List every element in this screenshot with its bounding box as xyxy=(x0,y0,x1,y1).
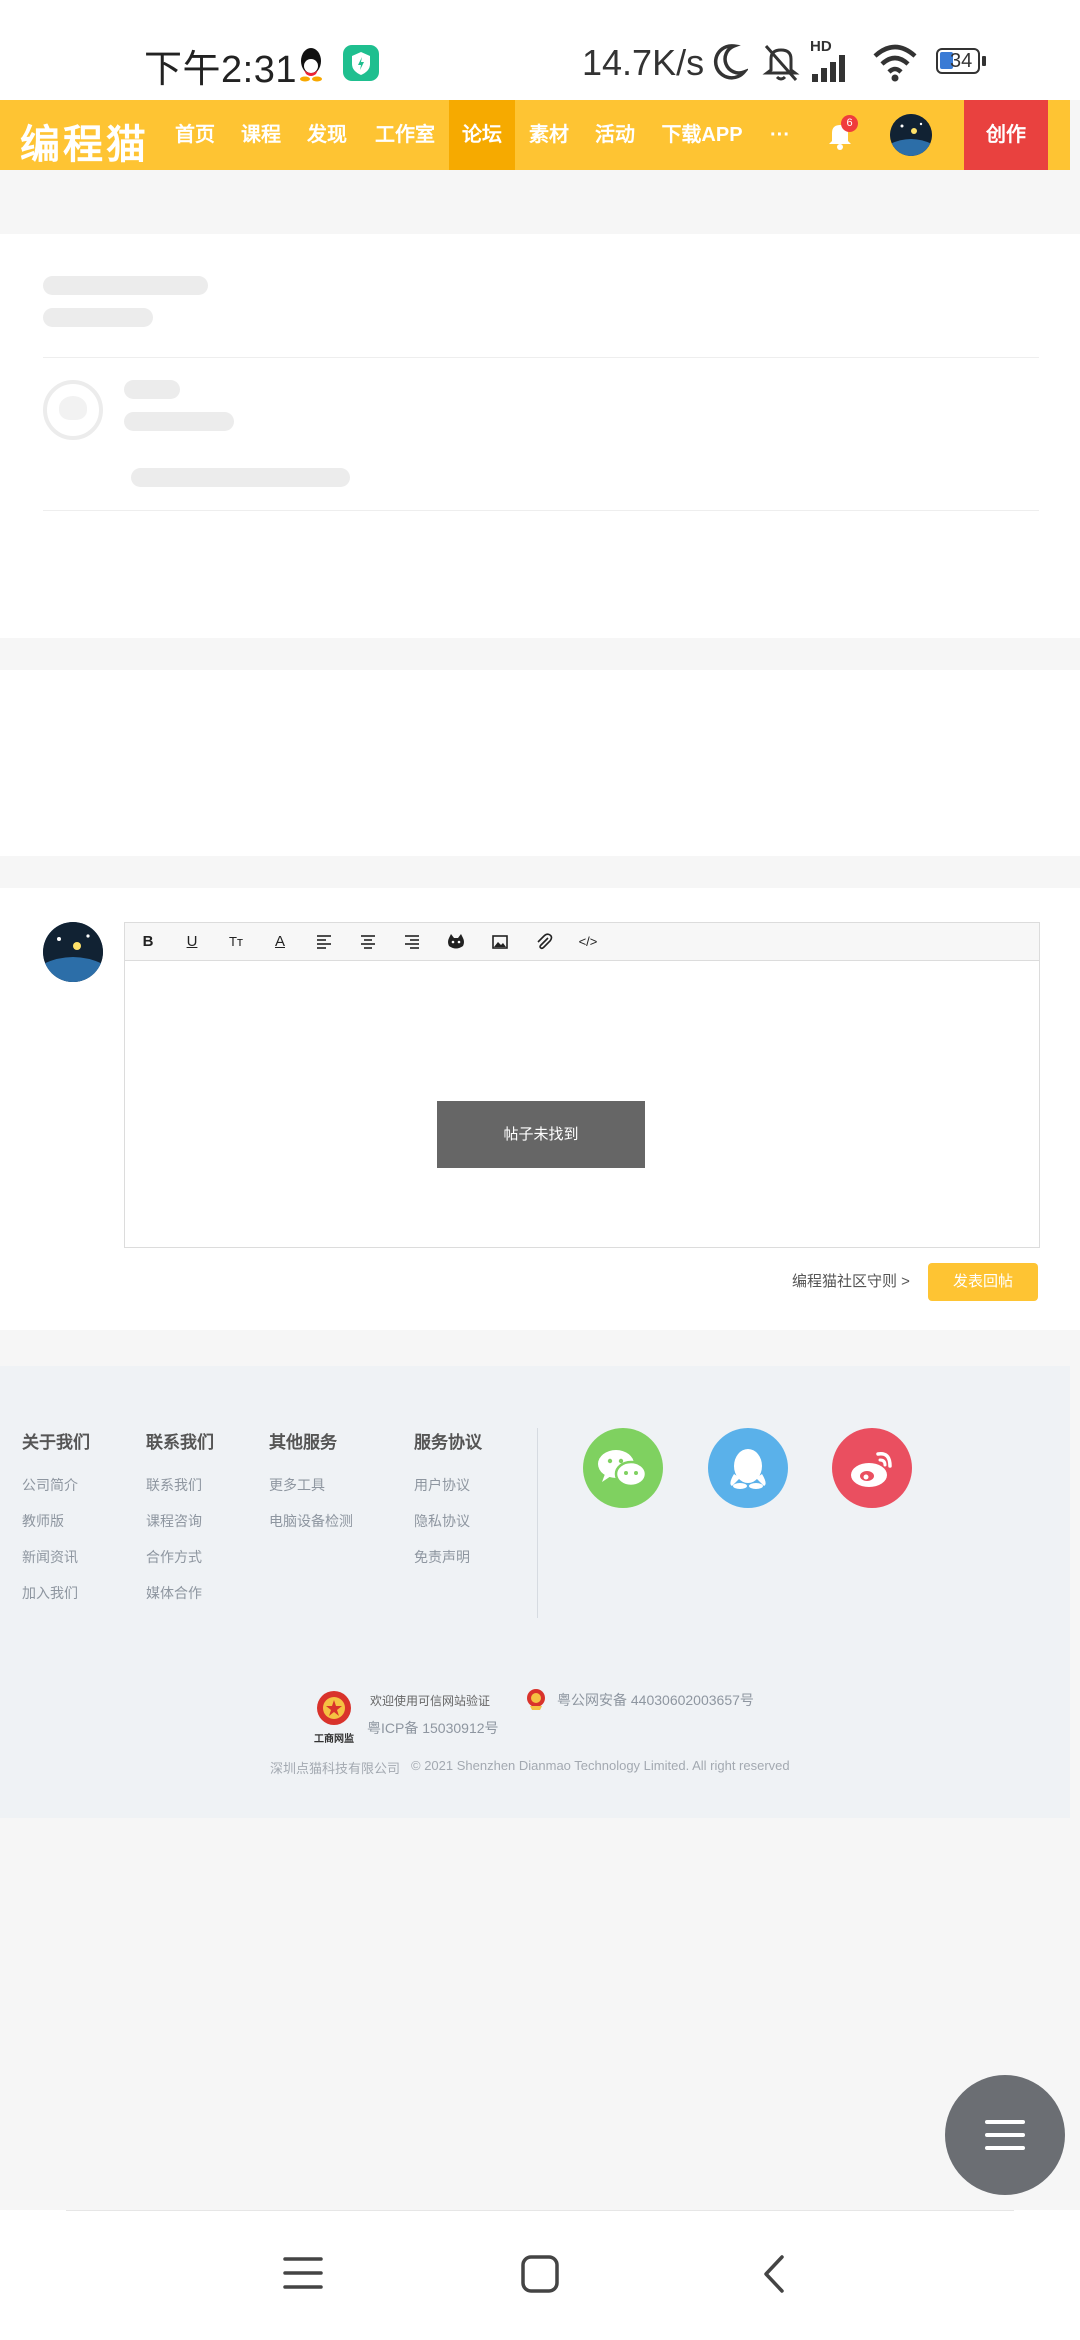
qq-icon xyxy=(300,48,322,82)
company-name: 深圳点猫科技有限公司 xyxy=(270,1761,401,1776)
footer-column-agreements: 服务协议 用户协议 隐私协议 免责声明 xyxy=(414,1428,482,1583)
nav-item-materials[interactable]: 素材 xyxy=(520,100,578,170)
menu-bar xyxy=(985,2133,1025,2137)
skeleton-content-line xyxy=(131,468,350,487)
align-left-icon[interactable] xyxy=(311,929,337,955)
user-avatar[interactable] xyxy=(890,114,932,156)
police-record-number[interactable]: 粤公网安备 44030602003657号 xyxy=(557,1690,754,1710)
underline-icon[interactable]: U xyxy=(179,929,205,955)
status-bar: 下午2:31 14.7K/s HD 34 xyxy=(0,0,1080,100)
police-emblem-icon xyxy=(526,1688,546,1710)
footer-link[interactable]: 用户协议 xyxy=(414,1475,482,1495)
skeleton-username-line xyxy=(124,380,180,399)
nav-item-download-app[interactable]: 下载APP xyxy=(656,100,748,170)
network-speed: 14.7K/s xyxy=(582,42,705,83)
footer-link[interactable]: 联系我们 xyxy=(146,1475,214,1495)
top-navigation: 编程猫 首页 课程 发现 工作室 论坛 素材 活动 下载APP ··· 6 创作 xyxy=(0,100,1070,170)
post-skeleton-card xyxy=(0,234,1080,638)
footer-column-contact: 联系我们 联系我们 课程咨询 合作方式 媒体合作 xyxy=(146,1428,214,1619)
footer-column-about: 关于我们 公司简介 教师版 新闻资讯 加入我们 xyxy=(22,1428,90,1619)
system-navigation-bar xyxy=(0,2210,1080,2340)
cat-emoji-icon[interactable] xyxy=(443,929,469,955)
empty-section-card xyxy=(0,670,1080,856)
qq-icon[interactable] xyxy=(708,1428,788,1508)
nav-item-discover[interactable]: 发现 xyxy=(298,100,356,170)
bold-icon[interactable]: B xyxy=(135,929,161,955)
divider xyxy=(66,2210,1014,2211)
site-logo[interactable]: 编程猫 xyxy=(20,112,149,170)
wechat-icon[interactable] xyxy=(583,1428,663,1508)
floating-menu-button[interactable] xyxy=(945,2075,1065,2195)
nav-item-events[interactable]: 活动 xyxy=(586,100,644,170)
footer-link[interactable]: 课程咨询 xyxy=(146,1511,214,1531)
home-icon[interactable] xyxy=(520,2254,560,2294)
nav-item-studio[interactable]: 工作室 xyxy=(366,100,444,170)
image-icon[interactable] xyxy=(487,929,513,955)
nav-item-courses[interactable]: 课程 xyxy=(232,100,290,170)
align-center-icon[interactable] xyxy=(355,929,381,955)
attachment-icon[interactable] xyxy=(531,929,557,955)
notification-count-badge: 6 xyxy=(841,115,858,132)
footer-link[interactable]: 合作方式 xyxy=(146,1547,214,1567)
footer-column-title: 其他服务 xyxy=(269,1433,337,1452)
footer-link[interactable]: 隐私协议 xyxy=(414,1511,482,1531)
editor-toolbar: B U Tт A </> xyxy=(125,923,1039,961)
create-button[interactable]: 创作 xyxy=(964,100,1048,170)
footer-link[interactable]: 免责声明 xyxy=(414,1547,482,1567)
footer-link[interactable]: 更多工具 xyxy=(269,1475,353,1495)
wifi-icon xyxy=(873,44,917,82)
back-icon[interactable] xyxy=(762,2254,786,2294)
skeleton-meta-line xyxy=(124,412,234,431)
reply-user-avatar xyxy=(43,922,103,982)
footer-column-services: 其他服务 更多工具 电脑设备检测 xyxy=(269,1428,353,1547)
skeleton-title-line xyxy=(43,276,208,295)
footer-divider xyxy=(537,1428,538,1618)
mute-bell-icon xyxy=(762,45,800,81)
status-time: 下午2:31 xyxy=(144,49,297,91)
footer-link[interactable]: 新闻资讯 xyxy=(22,1547,90,1567)
skeleton-subtitle-line xyxy=(43,308,153,327)
skeleton-avatar xyxy=(43,380,103,440)
signal-icon xyxy=(812,55,845,82)
nav-item-home[interactable]: 首页 xyxy=(166,100,224,170)
font-size-icon[interactable]: Tт xyxy=(223,929,249,955)
footer-column-title: 关于我们 xyxy=(22,1433,90,1452)
code-icon[interactable]: </> xyxy=(573,929,603,955)
battery-level: 34 xyxy=(950,50,973,72)
post-not-found-toast: 帖子未找到 xyxy=(437,1101,645,1168)
footer-column-title: 服务协议 xyxy=(414,1433,482,1452)
copyright-text: © 2021 Shenzhen Dianmao Technology Limit… xyxy=(411,1758,790,1773)
trust-badge-icon xyxy=(312,1688,356,1728)
submit-reply-button[interactable]: 发表回帖 xyxy=(928,1263,1038,1301)
nav-more-icon[interactable]: ··· xyxy=(760,100,800,170)
battery-icon: 34 xyxy=(936,48,986,74)
menu-bar xyxy=(985,2120,1025,2124)
weibo-icon[interactable] xyxy=(832,1428,912,1508)
footer-link[interactable]: 电脑设备检测 xyxy=(269,1511,353,1531)
nav-item-forum[interactable]: 论坛 xyxy=(449,100,515,170)
community-rules-link[interactable]: 编程猫社区守则 > xyxy=(792,1270,910,1291)
footer-link[interactable]: 教师版 xyxy=(22,1511,90,1531)
shield-app-icon xyxy=(343,45,379,81)
trust-badge-caption: 工商网监 xyxy=(314,1734,354,1745)
font-color-icon[interactable]: A xyxy=(267,929,293,955)
trust-site-label[interactable]: 欢迎使用可信网站验证 xyxy=(370,1692,490,1709)
align-right-icon[interactable] xyxy=(399,929,425,955)
recent-apps-icon[interactable] xyxy=(283,2255,323,2291)
divider xyxy=(43,510,1039,511)
divider xyxy=(43,357,1039,358)
footer-link[interactable]: 公司简介 xyxy=(22,1475,90,1495)
footer-link[interactable]: 媒体合作 xyxy=(146,1583,214,1603)
footer-link[interactable]: 加入我们 xyxy=(22,1583,90,1603)
moon-icon xyxy=(713,44,748,80)
reply-editor[interactable]: B U Tт A </> 帖子未找到 xyxy=(124,922,1040,1248)
site-footer: 关于我们 公司简介 教师版 新闻资讯 加入我们 联系我们 联系我们 课程咨询 合… xyxy=(0,1366,1070,1818)
icp-record-number[interactable]: 粤ICP备 15030912号 xyxy=(367,1718,499,1738)
menu-bar xyxy=(985,2146,1025,2150)
footer-column-title: 联系我们 xyxy=(146,1433,214,1452)
